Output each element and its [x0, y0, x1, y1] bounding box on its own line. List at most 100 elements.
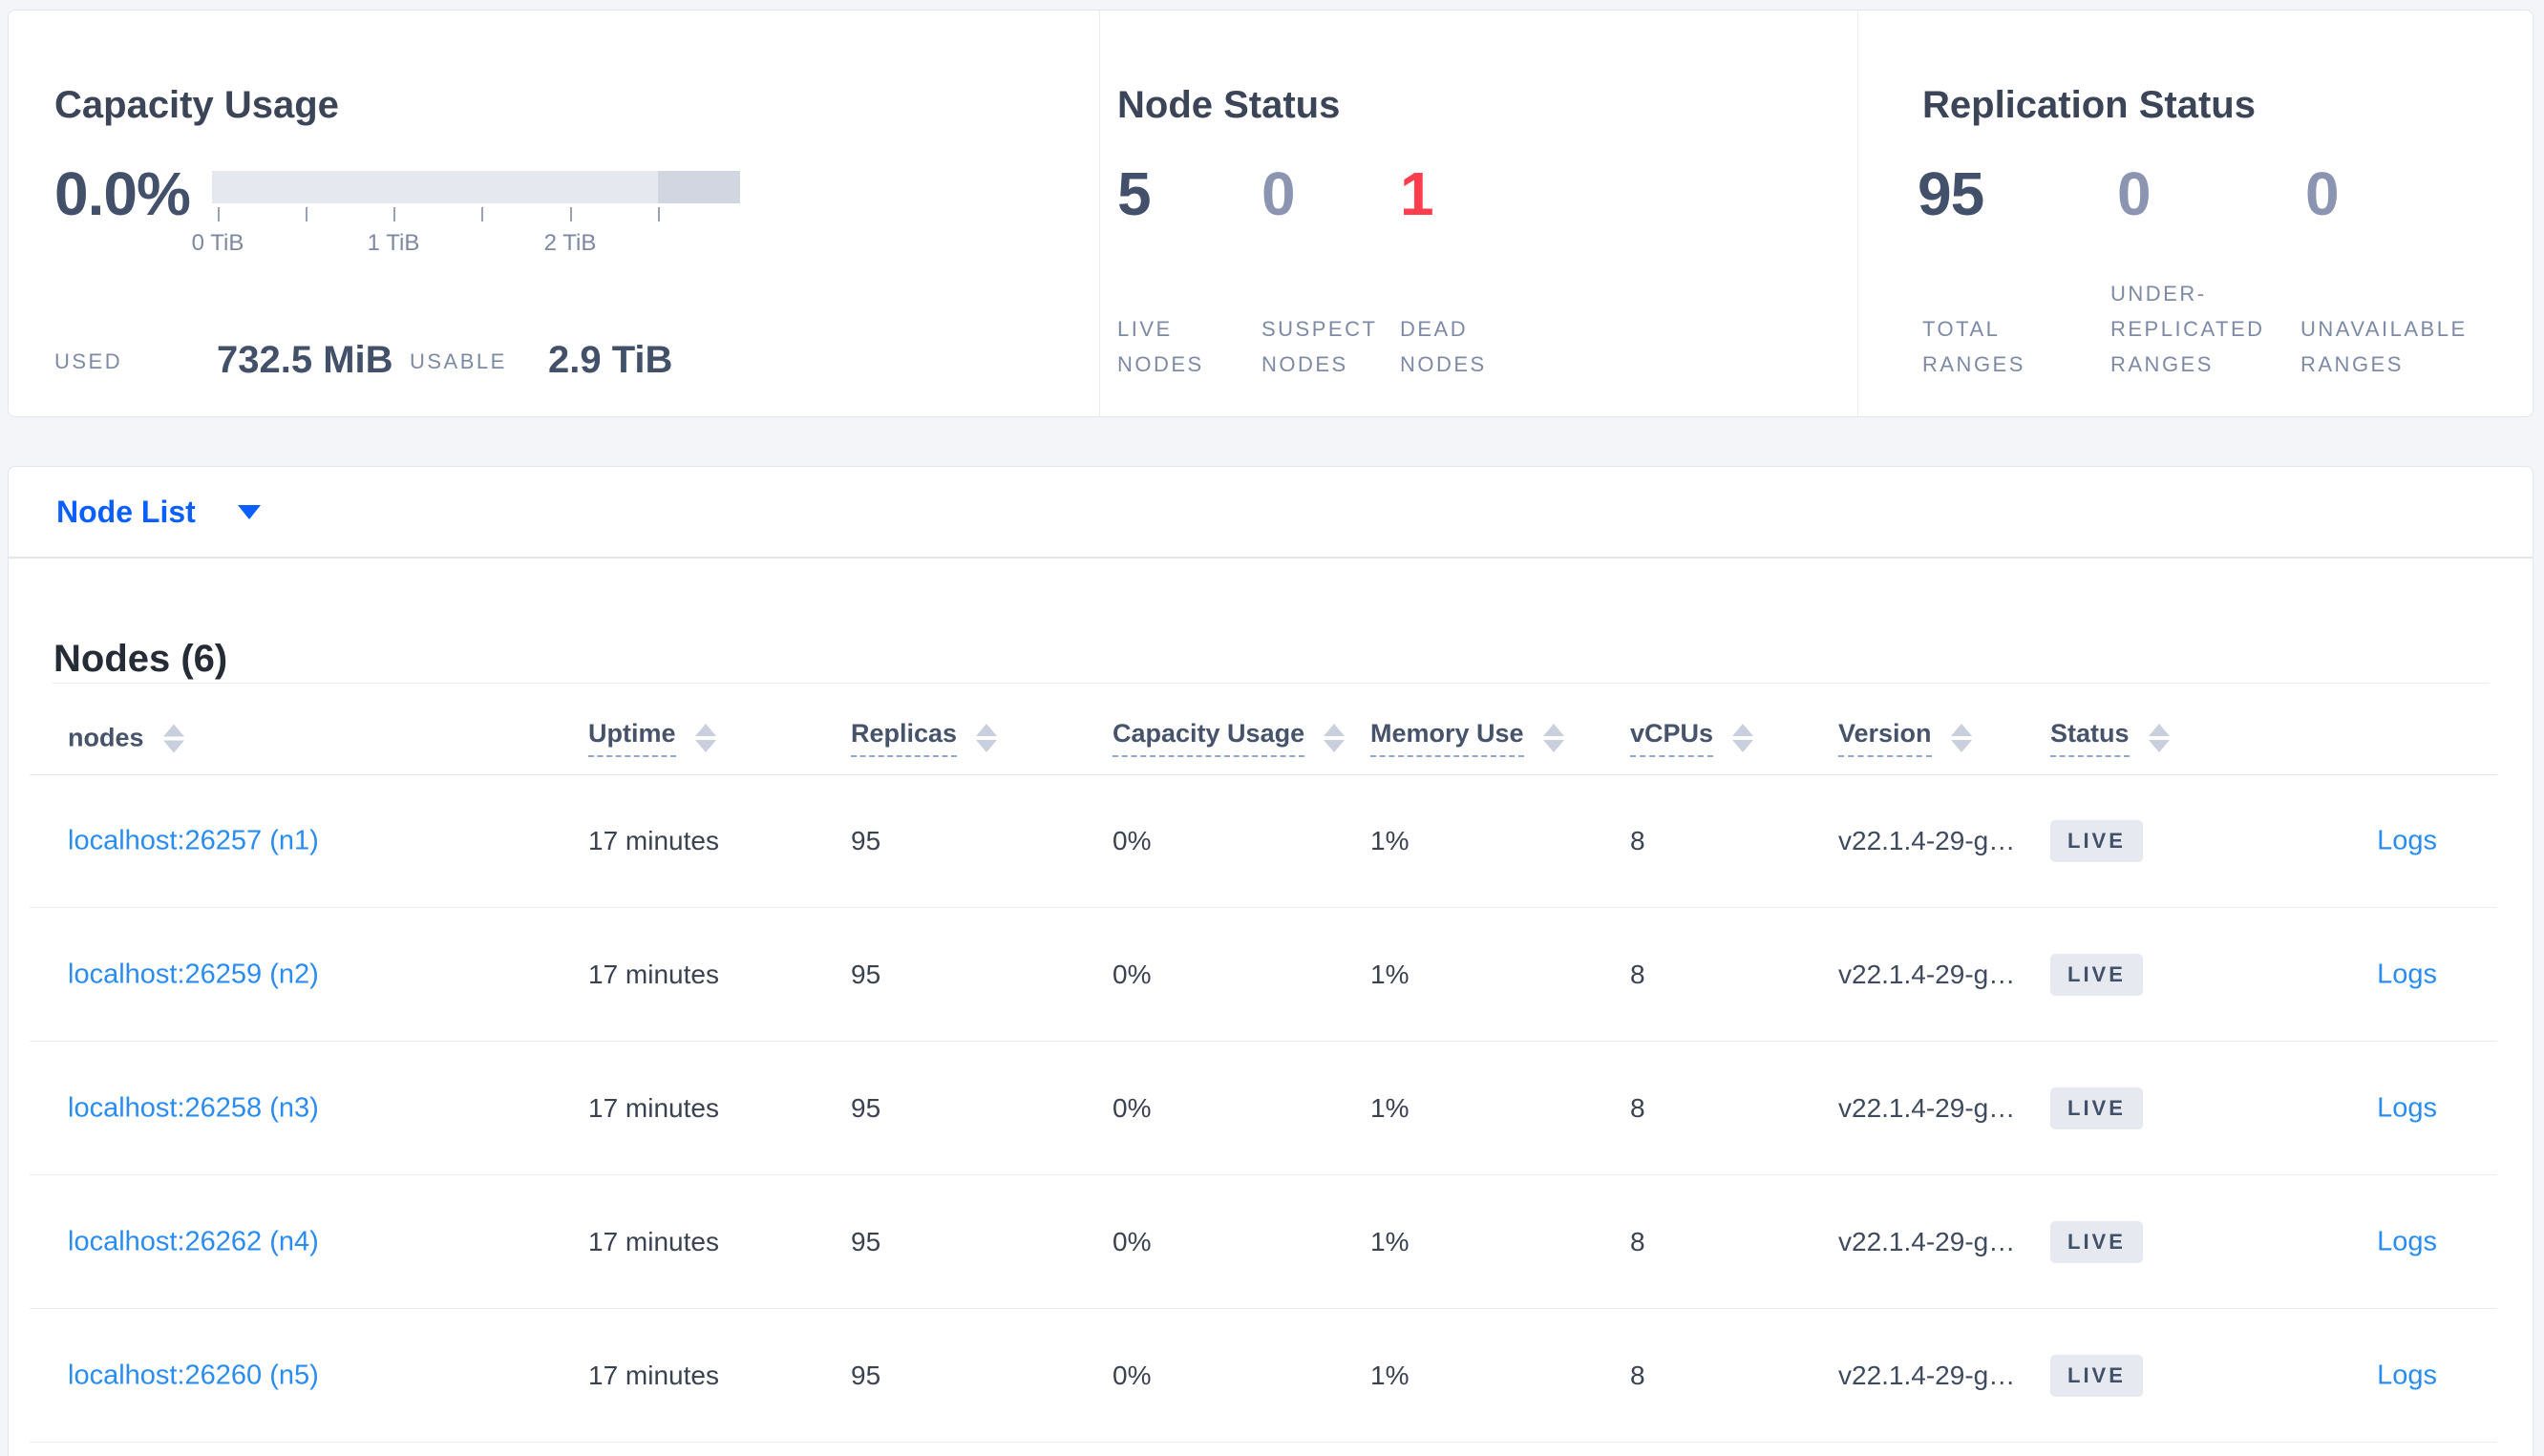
- used-label: USED: [54, 349, 123, 373]
- column-header-uptime[interactable]: Uptime: [588, 719, 716, 757]
- table-body: localhost:26257 (n1) 17 minutes 95 0% 1%…: [9, 774, 2533, 1443]
- capacity-cell: 0%: [1113, 960, 1152, 989]
- memory-cell: 1%: [1370, 1093, 1410, 1123]
- node-list-dropdown[interactable]: Node List: [56, 467, 261, 557]
- axis-tick: [218, 207, 220, 222]
- section-divider: [1857, 11, 1858, 416]
- replicas-cell: 95: [851, 1093, 881, 1123]
- column-header-memory-use[interactable]: Memory Use: [1370, 719, 1564, 757]
- column-header-version[interactable]: Version: [1838, 719, 1972, 757]
- uptime-cell: 17 minutes: [588, 1093, 719, 1123]
- uptime-cell: 17 minutes: [588, 826, 719, 855]
- table-row: localhost:26257 (n1) 17 minutes 95 0% 1%…: [9, 774, 2533, 908]
- capacity-bar: [212, 171, 740, 203]
- node-link[interactable]: localhost:26259 (n2): [68, 960, 319, 991]
- axis-label-1: 1 TiB: [367, 230, 420, 256]
- logs-link[interactable]: Logs: [2377, 1227, 2437, 1258]
- node-link[interactable]: localhost:26257 (n1): [68, 826, 319, 857]
- node-link[interactable]: localhost:26262 (n4): [68, 1227, 319, 1258]
- column-header-replicas[interactable]: Replicas: [851, 719, 998, 757]
- uptime-cell: 17 minutes: [588, 1361, 719, 1390]
- sort-icon[interactable]: [694, 724, 716, 752]
- node-link[interactable]: localhost:26258 (n3): [68, 1093, 319, 1125]
- column-header-status[interactable]: Status: [2050, 719, 2170, 757]
- axis-tick: [658, 207, 660, 222]
- replicas-cell: 95: [851, 1227, 881, 1256]
- total-ranges-count: 95: [1918, 159, 1984, 228]
- status-badge: LIVE: [2050, 954, 2143, 996]
- status-cell: LIVE: [2050, 820, 2143, 862]
- capacity-cell: 0%: [1113, 1093, 1152, 1123]
- logs-link[interactable]: Logs: [2377, 1361, 2437, 1392]
- status-cell: LIVE: [2050, 954, 2143, 996]
- uptime-cell: 17 minutes: [588, 960, 719, 989]
- nodes-heading: Nodes (6): [53, 638, 228, 681]
- sort-icon[interactable]: [1732, 724, 1754, 752]
- column-header-vcpus[interactable]: vCPUs: [1630, 719, 1754, 757]
- capacity-usage-title: Capacity Usage: [54, 84, 339, 127]
- logs-link[interactable]: Logs: [2377, 826, 2437, 857]
- capacity-used-percent: 0.0%: [54, 159, 191, 228]
- capacity-cell: 0%: [1113, 826, 1152, 855]
- live-nodes-count: 5: [1117, 159, 1152, 228]
- status-badge: LIVE: [2050, 1221, 2143, 1263]
- replicas-cell: 95: [851, 1361, 881, 1390]
- column-header-nodes[interactable]: nodes: [68, 724, 184, 753]
- logs-link[interactable]: Logs: [2377, 960, 2437, 991]
- node-status-title: Node Status: [1117, 84, 1341, 127]
- axis-tick: [570, 207, 572, 222]
- version-cell: v22.1.4-29-g…: [1838, 960, 2016, 989]
- axis-tick: [393, 207, 395, 222]
- vcpus-cell: 8: [1630, 826, 1645, 855]
- node-list-dropdown-label: Node List: [56, 494, 196, 529]
- table-row: localhost:26262 (n4) 17 minutes 95 0% 1%…: [9, 1175, 2533, 1309]
- cluster-summary-panel: Capacity Usage 0.0% 0 TiB 1 TiB 2 TiB US…: [8, 10, 2533, 417]
- table-row: localhost:26258 (n3) 17 minutes 95 0% 1%…: [9, 1042, 2533, 1175]
- suspect-nodes-count: 0: [1261, 159, 1296, 228]
- memory-cell: 1%: [1370, 1227, 1410, 1256]
- sort-icon[interactable]: [1324, 724, 1346, 752]
- capacity-cell: 0%: [1113, 1227, 1152, 1256]
- suspect-nodes-label: SUSPECT NODES: [1261, 317, 1378, 376]
- sort-icon[interactable]: [162, 724, 184, 752]
- node-link[interactable]: localhost:26260 (n5): [68, 1361, 319, 1392]
- version-cell: v22.1.4-29-g…: [1838, 1093, 2016, 1123]
- heading-divider: [52, 683, 2490, 684]
- section-divider: [1099, 11, 1100, 416]
- nodes-table-card: Nodes (6) nodes Uptime Replicas Capacity…: [8, 558, 2533, 1456]
- dead-nodes-count: 1: [1400, 159, 1434, 228]
- uptime-cell: 17 minutes: [588, 1227, 719, 1256]
- vcpus-cell: 8: [1630, 1227, 1645, 1256]
- sort-icon[interactable]: [976, 724, 998, 752]
- logs-link[interactable]: Logs: [2377, 1093, 2437, 1125]
- vcpus-cell: 8: [1630, 960, 1645, 989]
- vcpus-cell: 8: [1630, 1093, 1645, 1123]
- capacity-bar-reserved-segment: [658, 171, 740, 203]
- column-header-capacity-usage[interactable]: Capacity Usage: [1113, 719, 1346, 757]
- dead-nodes-label: DEAD NODES: [1400, 317, 1487, 376]
- memory-cell: 1%: [1370, 826, 1410, 855]
- view-selector-bar: Node List: [8, 466, 2533, 558]
- table-header-row: nodes Uptime Replicas Capacity Usage Mem…: [9, 702, 2533, 774]
- status-cell: LIVE: [2050, 1355, 2143, 1397]
- memory-cell: 1%: [1370, 1361, 1410, 1390]
- usable-label: USABLE: [410, 349, 507, 373]
- status-cell: LIVE: [2050, 1221, 2143, 1263]
- unavailable-ranges-count: 0: [2305, 159, 2340, 228]
- total-ranges-label: TOTAL RANGES: [1922, 317, 2025, 376]
- replicas-cell: 95: [851, 826, 881, 855]
- axis-label-2: 2 TiB: [543, 230, 597, 256]
- status-badge: LIVE: [2050, 1087, 2143, 1129]
- version-cell: v22.1.4-29-g…: [1838, 1361, 2016, 1390]
- version-cell: v22.1.4-29-g…: [1838, 1227, 2016, 1256]
- axis-tick: [306, 207, 307, 222]
- table-row: localhost:26259 (n2) 17 minutes 95 0% 1%…: [9, 908, 2533, 1042]
- sort-icon[interactable]: [2148, 724, 2170, 752]
- version-cell: v22.1.4-29-g…: [1838, 826, 2016, 855]
- row-divider: [30, 1442, 2497, 1443]
- status-badge: LIVE: [2050, 1355, 2143, 1397]
- sort-icon[interactable]: [1950, 724, 1972, 752]
- status-badge: LIVE: [2050, 820, 2143, 862]
- sort-icon[interactable]: [1542, 724, 1564, 752]
- vcpus-cell: 8: [1630, 1361, 1645, 1390]
